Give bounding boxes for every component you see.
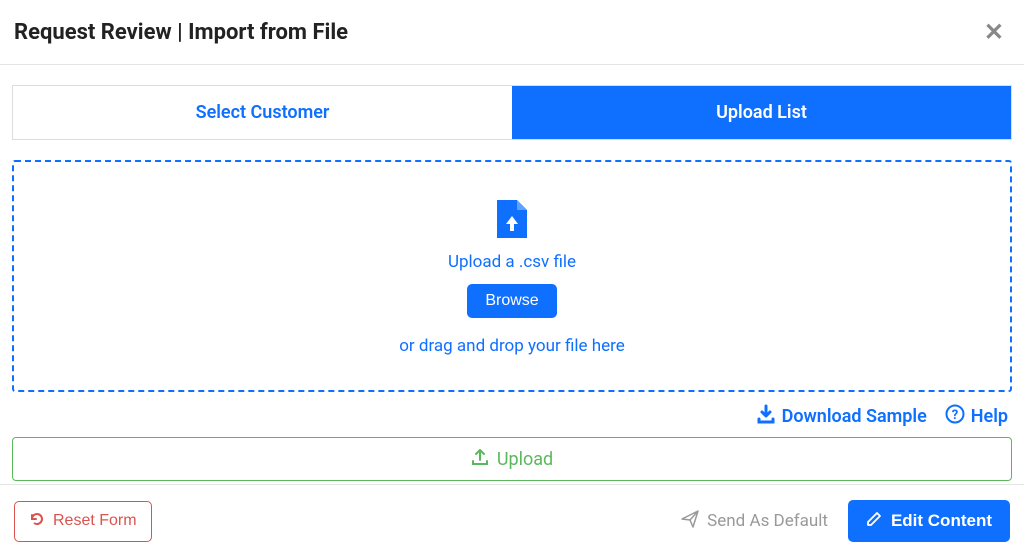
dragdrop-instruction-text: or drag and drop your file here bbox=[14, 336, 1010, 356]
svg-text:?: ? bbox=[952, 408, 958, 423]
undo-icon bbox=[29, 511, 45, 532]
file-dropzone[interactable]: Upload a .csv file Browse or drag and dr… bbox=[12, 160, 1012, 392]
download-sample-label: Download Sample bbox=[782, 406, 927, 427]
upload-button[interactable]: Upload bbox=[12, 437, 1012, 481]
tab-bar: Select Customer Upload List bbox=[12, 85, 1012, 140]
upload-file-icon bbox=[497, 200, 527, 238]
tab-select-customer[interactable]: Select Customer bbox=[13, 86, 512, 139]
help-icon: ? bbox=[945, 404, 965, 429]
modal-footer: Reset Form Send As Default Edit Content bbox=[0, 484, 1024, 557]
tab-label: Upload List bbox=[716, 102, 807, 123]
upload-instruction-text: Upload a .csv file bbox=[14, 252, 1010, 272]
footer-right-group: Send As Default Edit Content bbox=[681, 500, 1010, 542]
help-label: Help bbox=[971, 406, 1008, 427]
reset-button-label: Reset Form bbox=[53, 512, 137, 530]
modal-header: Request Review | Import from File ✕ bbox=[0, 0, 1024, 65]
browse-button-label: Browse bbox=[485, 292, 538, 309]
upload-button-label: Upload bbox=[497, 449, 553, 470]
page-title: Request Review | Import from File bbox=[14, 20, 348, 45]
reset-form-button[interactable]: Reset Form bbox=[14, 501, 152, 542]
help-link[interactable]: ? Help bbox=[945, 404, 1008, 429]
helper-links-row: Download Sample ? Help bbox=[12, 404, 1012, 429]
tab-upload-list[interactable]: Upload List bbox=[512, 86, 1011, 139]
download-sample-link[interactable]: Download Sample bbox=[756, 404, 927, 429]
modal-content: Select Customer Upload List Upload a .cs… bbox=[0, 65, 1024, 481]
paper-plane-icon bbox=[681, 510, 699, 533]
download-icon bbox=[756, 404, 776, 429]
close-icon[interactable]: ✕ bbox=[978, 18, 1010, 46]
edit-content-label: Edit Content bbox=[891, 511, 992, 531]
browse-button[interactable]: Browse bbox=[467, 284, 556, 318]
send-as-default-button[interactable]: Send As Default bbox=[681, 510, 828, 533]
send-default-label: Send As Default bbox=[707, 511, 828, 531]
edit-icon bbox=[866, 510, 883, 532]
upload-icon bbox=[471, 448, 489, 470]
tab-label: Select Customer bbox=[196, 102, 330, 123]
edit-content-button[interactable]: Edit Content bbox=[848, 500, 1010, 542]
